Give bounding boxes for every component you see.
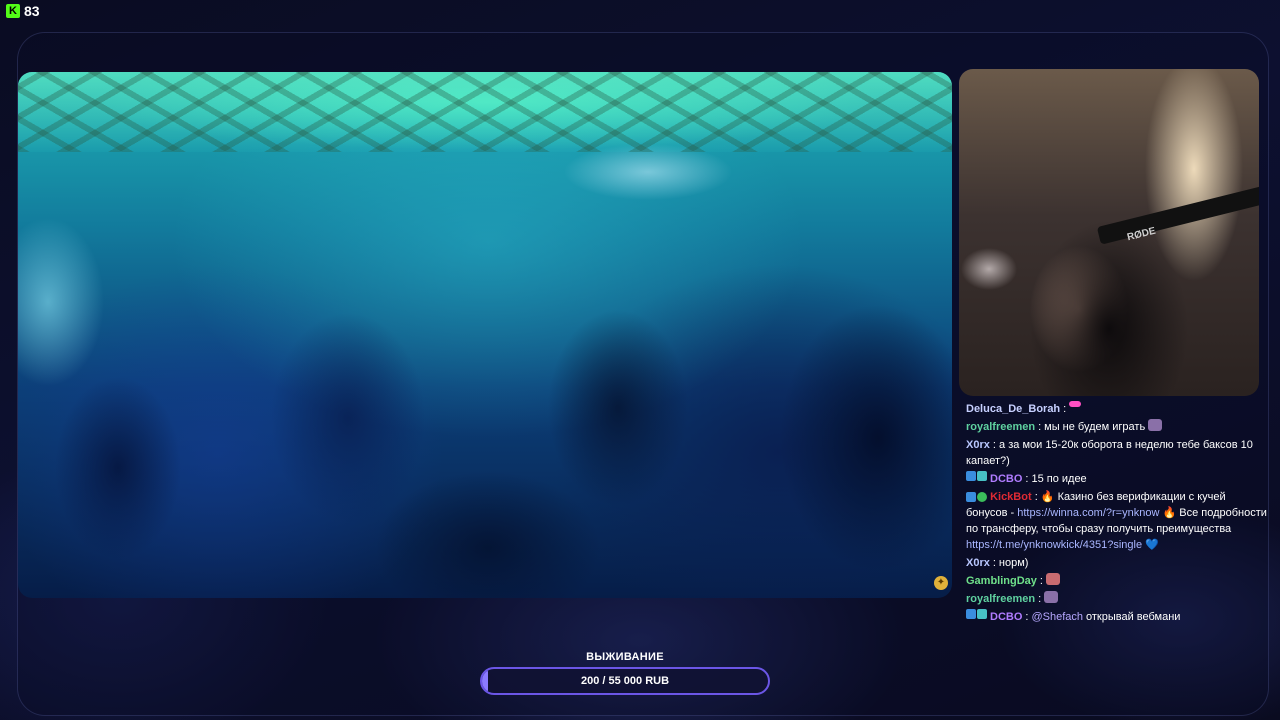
user-badges [966, 471, 987, 481]
chat-message: royalfreemen : мы не будем играть [962, 418, 1274, 436]
chat-message: X0rx : а за мои 15-20к оборота в неделю … [962, 436, 1274, 470]
survival-progress-bar: 200 / 55 000 RUB [480, 667, 770, 695]
chat-username[interactable]: royalfreemen [966, 419, 1035, 435]
viewer-counter: K 83 [6, 2, 40, 20]
chat-username[interactable]: royalfreemen [966, 591, 1035, 607]
chat-separator: : [992, 557, 996, 569]
microphone-arm [1096, 184, 1259, 245]
subscriber-badge-icon [966, 609, 976, 619]
chat-message: KickBot : 🔥 Казино без верификации с куч… [962, 488, 1274, 554]
chat-panel: Deluca_De_Borah : royalfreemen : мы не б… [962, 400, 1274, 626]
heart-icon: 💙 [1145, 539, 1159, 551]
chat-separator: : [1025, 473, 1029, 485]
verified-badge-icon [977, 492, 987, 503]
subscriber-badge-icon [966, 492, 976, 503]
user-badges [966, 609, 987, 619]
main-video[interactable]: ✦ [18, 72, 952, 598]
fire-icon: 🔥 [1040, 491, 1055, 503]
fire-icon: 🔥 [1162, 507, 1177, 519]
chat-message: DCBO : 15 по идее [962, 470, 1274, 488]
chat-username[interactable]: DCBO [990, 471, 1022, 487]
chat-username[interactable]: X0rx [966, 555, 990, 571]
gift-badge-icon [977, 609, 987, 619]
chat-separator: : [1063, 403, 1067, 415]
crowd-scene [18, 218, 952, 598]
chat-message: royalfreemen : [962, 590, 1274, 608]
chat-separator: : [992, 439, 996, 451]
gift-badge-icon [977, 471, 987, 481]
chat-message: GamblingDay : [962, 572, 1274, 590]
chat-username[interactable]: Deluca_De_Borah [966, 401, 1060, 417]
user-badges [966, 492, 987, 503]
subscriber-badge-icon [966, 471, 976, 481]
webcam-feed: RØDE [959, 69, 1259, 396]
chat-text: а за мои 15-20к оборота в неделю тебе ба… [966, 439, 1253, 467]
chat-username[interactable]: X0rx [966, 439, 990, 451]
chat-link[interactable]: https://t.me/ynknowkick/4351?single [966, 539, 1142, 551]
emote-icon [1148, 419, 1163, 431]
chat-separator: : [1038, 593, 1042, 605]
chat-link[interactable]: https://winna.com/?r=ynknow [1017, 507, 1159, 519]
kick-logo-icon: K [6, 4, 20, 18]
chat-message: X0rx : норм) [962, 554, 1274, 572]
chat-username[interactable]: KickBot [990, 491, 1032, 503]
chat-text: норм) [998, 557, 1029, 569]
chat-username[interactable]: GamblingDay [966, 573, 1037, 589]
emote-icon [1045, 573, 1060, 585]
chat-separator: : [1025, 611, 1029, 623]
chat-message: DCBO : @Shefach открывай вебмани [962, 608, 1274, 626]
emote-icon [1044, 591, 1059, 603]
viewer-count: 83 [24, 3, 40, 19]
survival-title: ВЫЖИВАНИЕ [586, 651, 664, 663]
chat-text: мы не будем играть [1044, 421, 1146, 433]
chat-username[interactable]: DCBO [990, 609, 1022, 625]
chat-separator: : [1034, 491, 1038, 503]
chat-separator: : [1038, 421, 1042, 433]
progress-text: 200 / 55 000 RUB [580, 675, 670, 687]
emote-icon [1069, 401, 1082, 407]
club-ceiling [18, 72, 952, 152]
chat-text: 15 по идее [1031, 473, 1087, 485]
chat-message: Deluca_De_Borah : [962, 400, 1274, 418]
chat-separator: : [1039, 575, 1043, 587]
chat-mention[interactable]: @Shefach [1031, 609, 1083, 625]
chat-text: открывай вебмани [1085, 611, 1181, 623]
badge-icon: ✦ [934, 576, 948, 590]
